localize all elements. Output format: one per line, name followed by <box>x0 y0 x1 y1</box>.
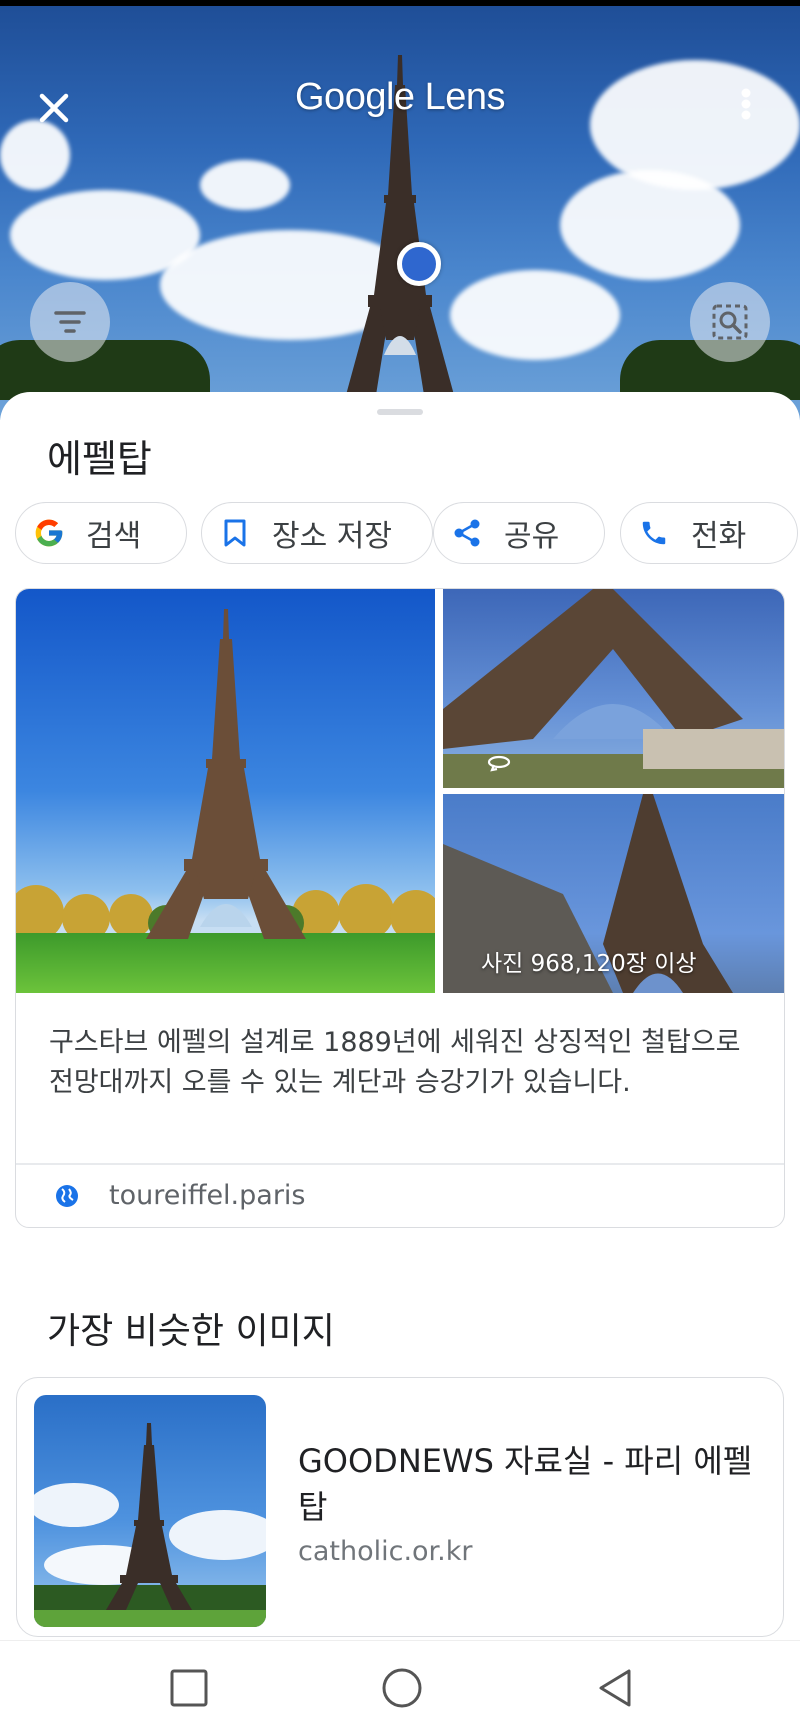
close-icon <box>39 93 69 123</box>
eiffel-tower-photo <box>146 609 306 939</box>
website-url: toureiffel.paris <box>109 1180 306 1211</box>
close-button[interactable] <box>28 82 80 134</box>
share-chip[interactable]: 공유 <box>433 502 605 564</box>
eiffel-tower-thumbnail <box>34 1423 266 1627</box>
more-vert-icon <box>741 88 751 120</box>
google-g-icon <box>32 516 66 550</box>
result-card[interactable]: GOODNEWS 자료실 - 파리 에펠탑 catholic.or.kr <box>16 1377 784 1637</box>
recents-button[interactable] <box>164 1663 214 1713</box>
filter-icon <box>54 311 86 333</box>
result-title[interactable]: GOODNEWS 자료실 - 파리 에펠탑 <box>298 1438 758 1530</box>
triangle-back-icon <box>599 1669 631 1707</box>
trees <box>0 340 210 400</box>
knowledge-card: 사진 968,120장 이상 구스타브 에펠의 설계로 1889년에 세워진 상… <box>15 588 785 1228</box>
similar-images-heading: 가장 비슷한 이미지 <box>47 1311 335 1352</box>
action-chips: 검색 장소 저장 공유 전화 <box>15 502 800 564</box>
cloud <box>450 270 620 360</box>
circle-icon <box>382 1668 422 1708</box>
call-chip[interactable]: 전화 <box>620 502 798 564</box>
search-chip-label: 검색 <box>86 519 142 554</box>
app-title: Google Lens <box>295 76 506 118</box>
region-search-button[interactable] <box>690 282 770 362</box>
image-search-icon <box>712 304 748 340</box>
status-bar-strip <box>0 0 800 6</box>
result-thumbnail[interactable] <box>34 1395 266 1627</box>
360-view-icon <box>487 755 511 772</box>
cloud <box>560 170 740 280</box>
camera-viewfinder[interactable]: Google Lens <box>0 0 800 420</box>
lawn <box>16 933 435 993</box>
call-chip-label: 전화 <box>691 519 747 554</box>
square-icon <box>170 1669 208 1707</box>
photo-count[interactable]: 사진 968,120장 이상 <box>481 944 697 978</box>
more-options-button[interactable] <box>728 82 764 134</box>
search-chip[interactable]: 검색 <box>15 502 187 564</box>
globe-icon <box>56 1185 78 1207</box>
phone-icon <box>637 516 671 550</box>
photo-main[interactable] <box>16 589 435 993</box>
focus-point[interactable] <box>397 242 441 286</box>
cloud <box>200 160 290 210</box>
result-domain: catholic.or.kr <box>298 1536 473 1567</box>
place-title: 에펠탑 <box>47 437 152 481</box>
back-button[interactable] <box>590 1663 640 1713</box>
share-icon <box>450 516 484 550</box>
bookmark-icon <box>218 516 252 550</box>
results-sheet[interactable]: 에펠탑 검색 장소 저장 공유 전화 사진 968,120장 이상 구스타브 에… <box>0 392 800 1642</box>
share-chip-label: 공유 <box>504 519 560 554</box>
place-description: 구스타브 에펠의 설계로 1889년에 세워진 상징적인 철탑으로 전망대까지 … <box>49 1027 741 1098</box>
save-place-chip[interactable]: 장소 저장 <box>201 502 433 564</box>
filter-button[interactable] <box>30 282 110 362</box>
system-navigation-bar <box>0 1640 800 1733</box>
drag-handle[interactable] <box>377 409 423 415</box>
website-link[interactable]: toureiffel.paris <box>16 1165 784 1227</box>
home-button[interactable] <box>377 1663 427 1713</box>
save-place-chip-label: 장소 저장 <box>272 519 392 554</box>
